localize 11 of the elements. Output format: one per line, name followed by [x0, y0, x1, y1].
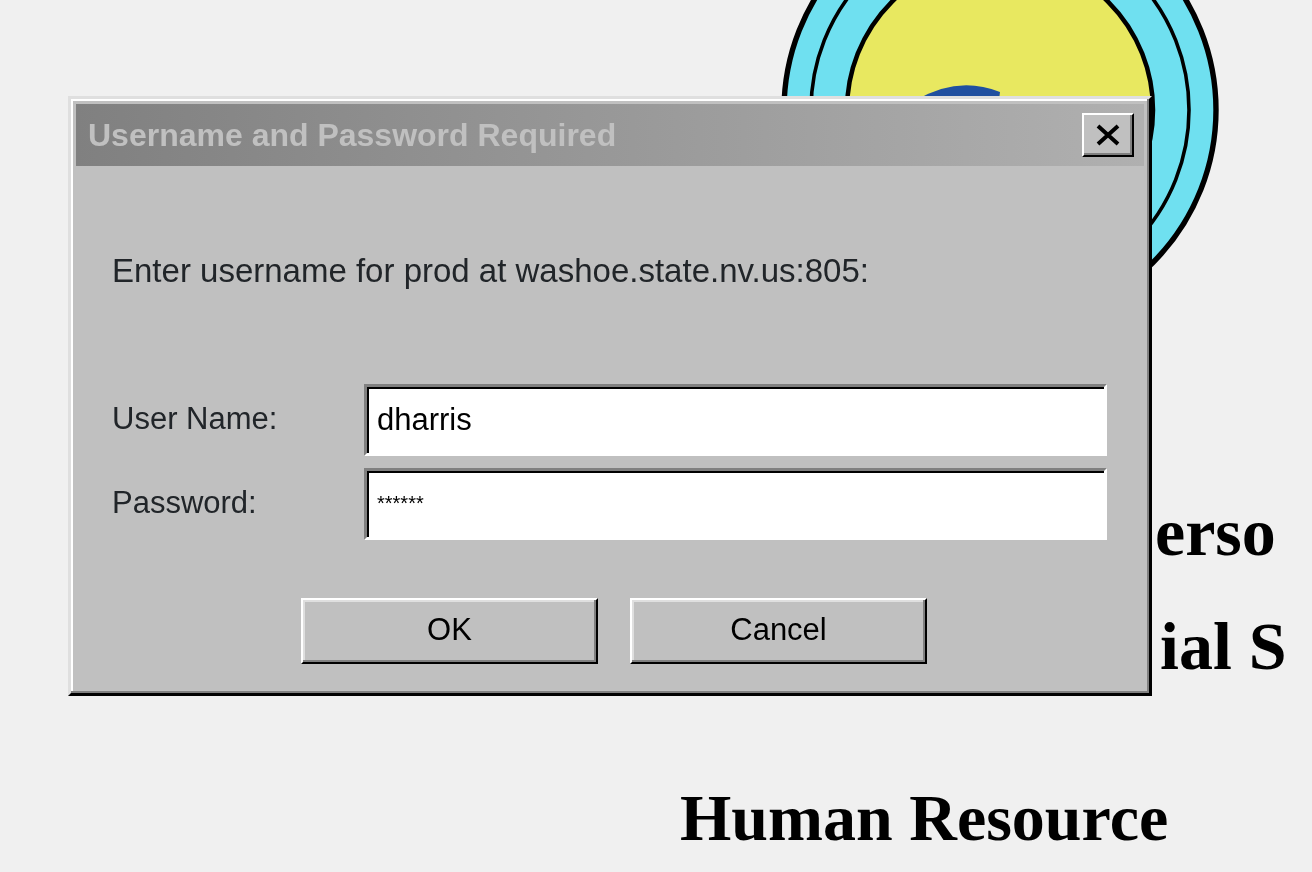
prompt-text: Enter username for prod at washoe.state.nv.us:805:	[112, 251, 870, 291]
page-heading: ial S	[1160, 612, 1287, 680]
password-field[interactable]: ******	[364, 467, 1107, 540]
field-label: User Name:	[112, 400, 279, 439]
cancel-button[interactable]: Cancel	[630, 597, 927, 664]
username-field[interactable]: dharris	[364, 383, 1107, 456]
close-icon	[1095, 124, 1121, 146]
field-label: Password:	[112, 484, 258, 523]
page-heading: erso	[1155, 498, 1276, 566]
ok-button[interactable]: OK	[301, 597, 598, 664]
page-heading: Human Resource	[680, 785, 1169, 851]
